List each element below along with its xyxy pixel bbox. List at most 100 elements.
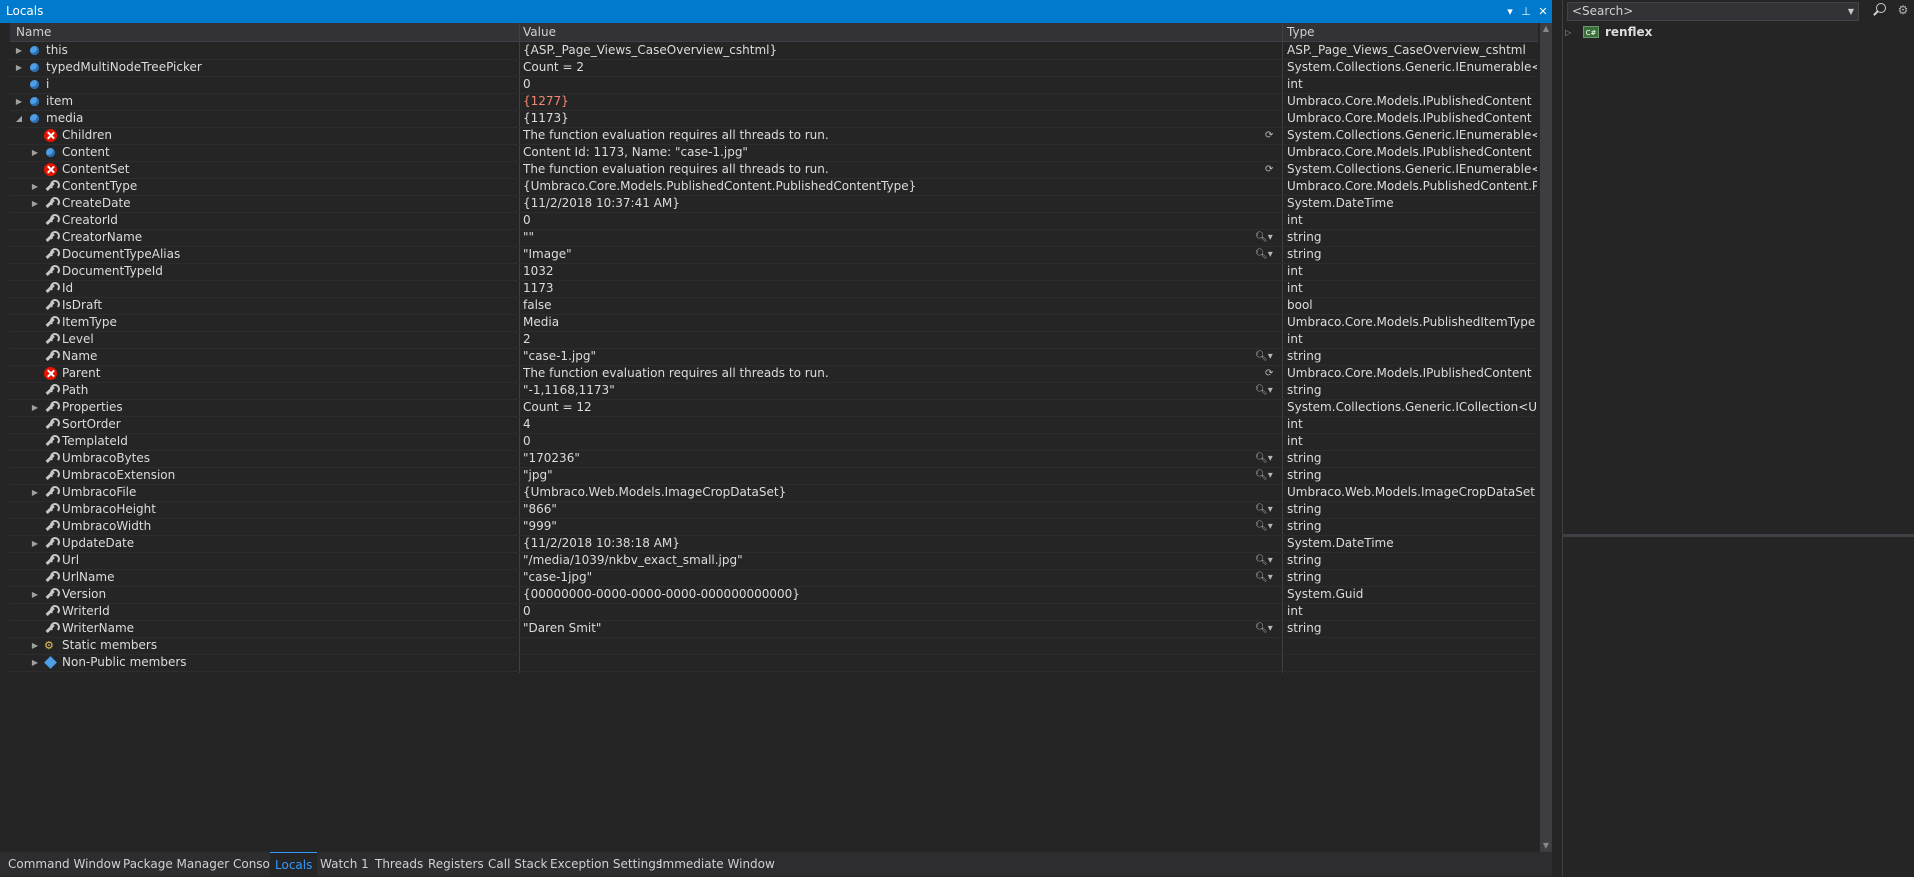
- locals-row[interactable]: WriterId 0 int: [10, 603, 1538, 621]
- column-header-type[interactable]: Type: [1287, 23, 1315, 41]
- locals-row-value[interactable]: "": [523, 229, 1263, 246]
- locals-row[interactable]: ▶ this {ASP._Page_Views_CaseOverview_cshtm…: [10, 42, 1538, 60]
- locals-row[interactable]: ▶ Non-Public members: [10, 654, 1538, 672]
- locals-row-value[interactable]: Content Id: 1173, Name: "case-1.jpg": [523, 144, 1263, 161]
- locals-row[interactable]: Path "-1,1168,1173" 🔍︎▾ string: [10, 382, 1538, 400]
- locals-row-value[interactable]: 4: [523, 416, 1263, 433]
- expand-arrow-icon[interactable]: ▶: [14, 93, 24, 110]
- locals-row-value[interactable]: "170236": [523, 450, 1263, 467]
- text-visualizer-icon[interactable]: 🔍︎▾: [1255, 229, 1277, 246]
- locals-row-value[interactable]: {11/2/2018 10:37:41 AM}: [523, 195, 1263, 212]
- locals-row-value[interactable]: 2: [523, 331, 1263, 348]
- refresh-evaluation-icon[interactable]: ⟳: [1265, 161, 1279, 178]
- refresh-evaluation-icon[interactable]: ⟳: [1265, 365, 1279, 382]
- tab-call-stack[interactable]: Call Stack: [483, 852, 552, 876]
- expand-arrow-icon[interactable]: ▶: [30, 535, 40, 552]
- tab-watch-1[interactable]: Watch 1: [315, 852, 374, 876]
- locals-row[interactable]: ▶ UpdateDate {11/2/2018 10:38:18 AM} System…: [10, 535, 1538, 553]
- locals-row[interactable]: CreatorName "" 🔍︎▾ string: [10, 229, 1538, 247]
- locals-row[interactable]: IsDraft false bool: [10, 297, 1538, 315]
- text-visualizer-icon[interactable]: 🔍︎▾: [1255, 467, 1277, 484]
- locals-row[interactable]: UmbracoWidth "999" 🔍︎▾ string: [10, 518, 1538, 536]
- close-icon[interactable]: ✕: [1535, 0, 1551, 23]
- locals-row[interactable]: ContentSet The function evaluation requir…: [10, 161, 1538, 179]
- locals-row-value[interactable]: 0: [523, 433, 1263, 450]
- locals-row[interactable]: ◢ media {1173} Umbraco.Core.Models.IPublish…: [10, 110, 1538, 128]
- collapse-arrow-icon[interactable]: ◢: [14, 110, 24, 127]
- column-header-value[interactable]: Value: [523, 23, 556, 41]
- expand-arrow-icon[interactable]: ▶: [30, 399, 40, 416]
- locals-row-value[interactable]: "-1,1168,1173": [523, 382, 1263, 399]
- text-visualizer-icon[interactable]: 🔍︎▾: [1255, 348, 1277, 365]
- locals-row[interactable]: CreatorId 0 int: [10, 212, 1538, 230]
- locals-row-value[interactable]: "Image": [523, 246, 1263, 263]
- locals-row-value[interactable]: {11/2/2018 10:38:18 AM}: [523, 535, 1263, 552]
- vertical-scrollbar[interactable]: ▲ ▼: [1540, 23, 1552, 852]
- text-visualizer-icon[interactable]: 🔍︎▾: [1255, 501, 1277, 518]
- locals-row-value[interactable]: 1032: [523, 263, 1263, 280]
- expand-arrow-icon[interactable]: ▶: [30, 178, 40, 195]
- auto-hide-pin-icon[interactable]: ⊥: [1518, 0, 1534, 23]
- locals-row[interactable]: TemplateId 0 int: [10, 433, 1538, 451]
- locals-row-value[interactable]: "jpg": [523, 467, 1263, 484]
- locals-row[interactable]: WriterName "Daren Smit" 🔍︎▾ string: [10, 620, 1538, 638]
- locals-row[interactable]: DocumentTypeAlias "Image" 🔍︎▾ string: [10, 246, 1538, 264]
- locals-row[interactable]: ItemType Media Umbraco.Core.Models.Publish…: [10, 314, 1538, 332]
- locals-row[interactable]: UmbracoExtension "jpg" 🔍︎▾ string: [10, 467, 1538, 485]
- locals-row[interactable]: SortOrder 4 int: [10, 416, 1538, 434]
- tab-immediate-window[interactable]: Immediate Window: [654, 852, 780, 876]
- locals-row-value[interactable]: 0: [523, 212, 1263, 229]
- locals-row-value[interactable]: {Umbraco.Core.Models.PublishedContent.Pu…: [523, 178, 1263, 195]
- text-visualizer-icon[interactable]: 🔍︎▾: [1255, 518, 1277, 535]
- chevron-down-icon[interactable]: ▼: [1848, 3, 1854, 20]
- tab-registers[interactable]: Registers: [423, 852, 489, 876]
- locals-row[interactable]: Parent The function evaluation requires a…: [10, 365, 1538, 383]
- locals-row-value[interactable]: "866": [523, 501, 1263, 518]
- locals-row[interactable]: ▶ Properties Count = 12 System.Collections.…: [10, 399, 1538, 417]
- text-visualizer-icon[interactable]: 🔍︎▾: [1255, 246, 1277, 263]
- locals-row[interactable]: Url "/media/1039/nkbv_exact_small.jpg" 🔍︎▾…: [10, 552, 1538, 570]
- tab-locals[interactable]: Locals: [270, 852, 318, 876]
- locals-row-value[interactable]: Media: [523, 314, 1263, 331]
- locals-row-value[interactable]: "999": [523, 518, 1263, 535]
- locals-row[interactable]: ▶ typedMultiNodeTreePicker Count = 2 System…: [10, 59, 1538, 77]
- locals-row[interactable]: Children The function evaluation requires…: [10, 127, 1538, 145]
- locals-row-value[interactable]: {Umbraco.Web.Models.ImageCropDataSet}: [523, 484, 1263, 501]
- locals-row[interactable]: ▶ ⚙ Static members: [10, 637, 1538, 655]
- tab-threads[interactable]: Threads: [370, 852, 428, 876]
- locals-row-value[interactable]: Count = 12: [523, 399, 1263, 416]
- search-input[interactable]: <Search> ▼: [1567, 2, 1859, 21]
- locals-row-value[interactable]: {1173}: [523, 110, 1263, 127]
- locals-row-value[interactable]: false: [523, 297, 1263, 314]
- locals-row[interactable]: Level 2 int: [10, 331, 1538, 349]
- expand-arrow-icon[interactable]: ▶: [30, 484, 40, 501]
- locals-row[interactable]: ▶ CreateDate {11/2/2018 10:37:41 AM} System…: [10, 195, 1538, 213]
- locals-row-value[interactable]: [523, 637, 1263, 654]
- locals-row-value[interactable]: {00000000-0000-0000-0000-000000000000}: [523, 586, 1263, 603]
- locals-row-value[interactable]: The function evaluation requires all thr…: [523, 161, 1263, 178]
- locals-row[interactable]: UmbracoHeight "866" 🔍︎▾ string: [10, 501, 1538, 519]
- settings-icon[interactable]: ⚙: [1895, 2, 1911, 18]
- refresh-evaluation-icon[interactable]: ⟳: [1265, 127, 1279, 144]
- window-position-dropdown-icon[interactable]: ▾: [1502, 0, 1518, 23]
- locals-row-value[interactable]: "/media/1039/nkbv_exact_small.jpg": [523, 552, 1263, 569]
- locals-row-value[interactable]: The function evaluation requires all thr…: [523, 127, 1263, 144]
- expand-arrow-icon[interactable]: ▷: [1565, 24, 1575, 41]
- expand-arrow-icon[interactable]: ▶: [14, 59, 24, 76]
- text-visualizer-icon[interactable]: 🔍︎▾: [1255, 552, 1277, 569]
- locals-row-value[interactable]: The function evaluation requires all thr…: [523, 365, 1263, 382]
- text-visualizer-icon[interactable]: 🔍︎▾: [1255, 620, 1277, 637]
- locals-row[interactable]: UmbracoBytes "170236" 🔍︎▾ string: [10, 450, 1538, 468]
- expand-arrow-icon[interactable]: ▶: [30, 637, 40, 654]
- expand-arrow-icon[interactable]: ▶: [30, 654, 40, 671]
- tab-package-manager-console[interactable]: Package Manager Console: [118, 852, 286, 876]
- locals-row[interactable]: Name "case-1.jpg" 🔍︎▾ string: [10, 348, 1538, 366]
- scroll-up-arrow-icon[interactable]: ▲: [1540, 23, 1552, 35]
- locals-row-value[interactable]: 0: [523, 76, 1263, 93]
- locals-row[interactable]: ▶ Version {00000000-0000-0000-0000-0000000…: [10, 586, 1538, 604]
- locals-row-value[interactable]: "case-1.jpg": [523, 348, 1263, 365]
- text-visualizer-icon[interactable]: 🔍︎▾: [1255, 569, 1277, 586]
- tab-exception-settings[interactable]: Exception Settings: [545, 852, 667, 876]
- locals-row-value[interactable]: [523, 654, 1263, 671]
- locals-row-value[interactable]: {1277}: [523, 93, 1263, 110]
